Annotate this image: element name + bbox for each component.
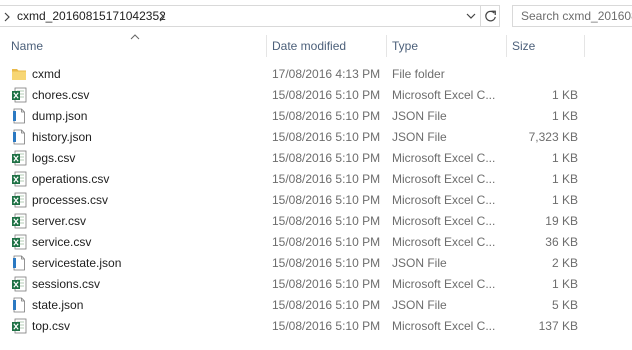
file-size: 7,323 KB <box>528 130 578 144</box>
search-input[interactable]: Search cxmd_20160815171042352 <box>512 5 632 27</box>
file-name: top.csv <box>32 319 71 333</box>
file-row[interactable]: dump.json 15/08/2016 5:10 PM JSON File 1 KB <box>0 106 632 127</box>
address-toolbar: cxmd_20160815171042352 Search cxmd_20160… <box>0 0 632 33</box>
file-size: 19 KB <box>545 214 578 228</box>
excel-icon <box>11 234 27 250</box>
file-date-modified: 17/08/2016 4:13 PM <box>272 67 381 81</box>
file-type: Microsoft Excel C... <box>392 88 496 102</box>
column-divider[interactable] <box>386 35 387 57</box>
file-date-modified: 15/08/2016 5:10 PM <box>272 88 381 102</box>
file-list: cxmd 17/08/2016 4:13 PM File folder chores.… <box>0 64 632 337</box>
excel-icon <box>11 213 27 229</box>
file-size: 1 KB <box>551 172 578 186</box>
excel-icon <box>11 171 27 187</box>
file-name: servicestate.json <box>32 256 122 270</box>
search-placeholder: Search cxmd_20160815171042352 <box>521 9 632 23</box>
file-name: logs.csv <box>32 151 76 165</box>
excel-icon <box>11 318 27 334</box>
file-row[interactable]: top.csv 15/08/2016 5:10 PM Microsoft Excel… <box>0 316 632 337</box>
excel-icon <box>11 276 27 292</box>
file-size: 137 KB <box>538 319 578 333</box>
file-type: Microsoft Excel C... <box>392 172 496 186</box>
file-size: 1 KB <box>551 193 578 207</box>
file-name: server.csv <box>32 214 87 228</box>
sort-ascending-icon <box>130 34 140 40</box>
file-type: Microsoft Excel C... <box>392 193 496 207</box>
refresh-icon[interactable] <box>480 6 500 26</box>
file-type: JSON File <box>392 109 447 123</box>
json-file-icon <box>11 129 27 145</box>
json-file-icon <box>11 297 27 313</box>
file-type: JSON File <box>392 256 447 270</box>
file-name: sessions.csv <box>32 277 101 291</box>
file-row[interactable]: sessions.csv 15/08/2016 5:10 PM Microsoft … <box>0 274 632 295</box>
breadcrumb-current-folder[interactable]: cxmd_20160815171042352 <box>17 9 166 23</box>
file-size: 1 KB <box>551 88 578 102</box>
file-date-modified: 15/08/2016 5:10 PM <box>272 130 381 144</box>
file-name: chores.csv <box>32 88 90 102</box>
file-type: Microsoft Excel C... <box>392 277 496 291</box>
file-date-modified: 15/08/2016 5:10 PM <box>272 235 381 249</box>
excel-icon <box>11 87 27 103</box>
file-size: 1 KB <box>551 109 578 123</box>
file-type: File folder <box>392 67 445 81</box>
file-type: Microsoft Excel C... <box>392 235 496 249</box>
file-row[interactable]: service.csv 15/08/2016 5:10 PM Microsoft E… <box>0 232 632 253</box>
file-type: Microsoft Excel C... <box>392 214 496 228</box>
column-divider[interactable] <box>506 35 507 57</box>
column-header-type[interactable]: Type <box>392 39 418 53</box>
folder-icon <box>11 66 27 82</box>
file-row[interactable]: chores.csv 15/08/2016 5:10 PM Microsoft Ex… <box>0 85 632 106</box>
file-date-modified: 15/08/2016 5:10 PM <box>272 298 381 312</box>
excel-icon <box>11 150 27 166</box>
file-name: state.json <box>32 298 84 312</box>
file-date-modified: 15/08/2016 5:10 PM <box>272 256 381 270</box>
file-row[interactable]: processes.csv 15/08/2016 5:10 PM Microsoft… <box>0 190 632 211</box>
file-name: operations.csv <box>32 172 110 186</box>
file-row[interactable]: server.csv 15/08/2016 5:10 PM Microsoft Ex… <box>0 211 632 232</box>
json-file-icon <box>11 255 27 271</box>
column-header-name[interactable]: Name <box>11 39 43 53</box>
column-header-size[interactable]: Size <box>512 39 535 53</box>
file-row[interactable]: servicestate.json 15/08/2016 5:10 PM JSON … <box>0 253 632 274</box>
file-name: history.json <box>32 130 92 144</box>
json-file-icon <box>11 108 27 124</box>
file-type: Microsoft Excel C... <box>392 319 496 333</box>
file-date-modified: 15/08/2016 5:10 PM <box>272 109 381 123</box>
file-type: JSON File <box>392 298 447 312</box>
file-name: cxmd <box>32 67 61 81</box>
chevron-right-icon[interactable] <box>2 11 12 23</box>
file-date-modified: 15/08/2016 5:10 PM <box>272 193 381 207</box>
file-date-modified: 15/08/2016 5:10 PM <box>272 319 381 333</box>
file-row[interactable]: operations.csv 15/08/2016 5:10 PM Microsof… <box>0 169 632 190</box>
file-row[interactable]: cxmd 17/08/2016 4:13 PM File folder <box>0 64 632 85</box>
column-header-date-modified[interactable]: Date modified <box>272 39 346 53</box>
file-size: 5 KB <box>551 298 578 312</box>
file-name: dump.json <box>32 109 88 123</box>
file-date-modified: 15/08/2016 5:10 PM <box>272 172 381 186</box>
file-size: 1 KB <box>551 151 578 165</box>
file-name: service.csv <box>32 235 92 249</box>
file-type: Microsoft Excel C... <box>392 151 496 165</box>
file-row[interactable]: state.json 15/08/2016 5:10 PM JSON File 5 K… <box>0 295 632 316</box>
breadcrumb-chevron-icon[interactable] <box>157 11 167 23</box>
chevron-down-icon[interactable] <box>462 6 480 26</box>
file-size: 2 KB <box>551 256 578 270</box>
address-bar[interactable]: cxmd_20160815171042352 <box>0 5 500 27</box>
file-date-modified: 15/08/2016 5:10 PM <box>272 277 381 291</box>
column-divider[interactable] <box>584 35 585 57</box>
file-size: 36 KB <box>545 235 578 249</box>
file-date-modified: 15/08/2016 5:10 PM <box>272 151 381 165</box>
file-date-modified: 15/08/2016 5:10 PM <box>272 214 381 228</box>
file-row[interactable]: history.json 15/08/2016 5:10 PM JSON File 7… <box>0 127 632 148</box>
file-type: JSON File <box>392 130 447 144</box>
file-row[interactable]: logs.csv 15/08/2016 5:10 PM Microsoft Exce… <box>0 148 632 169</box>
column-divider[interactable] <box>266 35 267 57</box>
file-name: processes.csv <box>32 193 109 207</box>
excel-icon <box>11 192 27 208</box>
column-header-row: Name Date modified Type Size <box>0 33 632 59</box>
file-size: 1 KB <box>551 277 578 291</box>
